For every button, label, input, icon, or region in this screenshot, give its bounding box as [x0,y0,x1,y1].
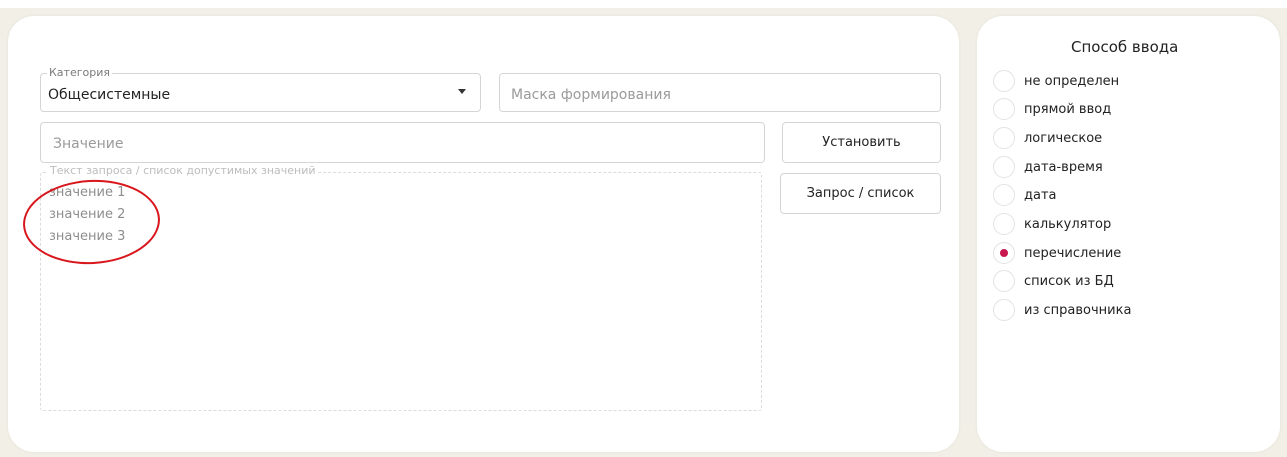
radio-label: прямой ввод [1024,101,1112,117]
set-button[interactable]: Установить [782,122,941,163]
query-textarea[interactable] [40,172,762,411]
radio-option-boolean[interactable]: логическое [993,127,1102,149]
query-line-1: значение 1 [49,185,126,200]
radio-circle[interactable] [993,184,1015,206]
radio-option-direct[interactable]: прямой ввод [993,98,1111,120]
radio-label: перечисление [1024,245,1122,261]
radio-option-datetime[interactable]: дата-время [993,156,1103,178]
category-value: Общесистемные [48,87,171,103]
radio-circle-checked[interactable] [993,242,1015,264]
radio-circle[interactable] [993,127,1015,149]
radio-circle[interactable] [993,98,1015,120]
radio-label: из справочника [1024,302,1132,318]
query-line-3: значение 3 [49,229,126,244]
radio-circle[interactable] [993,299,1015,321]
radio-label: список из БД [1024,273,1114,289]
chevron-down-icon[interactable] [458,89,466,94]
radio-option-date[interactable]: дата [993,184,1057,206]
radio-option-db-list[interactable]: список из БД [993,270,1114,292]
radio-label: дата [1024,187,1057,203]
value-placeholder: Значение [53,136,124,152]
value-input[interactable] [40,122,765,163]
radio-circle[interactable] [993,270,1015,292]
category-legend: Категория [47,66,112,79]
mask-placeholder: Маска формирования [511,87,671,103]
query-list-button-label: Запрос / список [806,186,915,201]
radio-circle[interactable] [993,156,1015,178]
query-list-button[interactable]: Запрос / список [780,173,941,214]
set-button-label: Установить [822,135,901,150]
radio-label: логическое [1024,130,1103,146]
query-line-2: значение 2 [49,207,126,222]
input-method-title: Способ ввода [1071,38,1179,56]
radio-option-undefined[interactable]: не определен [993,70,1119,92]
radio-option-calculator[interactable]: калькулятор [993,213,1111,235]
radio-option-reference[interactable]: из справочника [993,299,1131,321]
radio-circle[interactable] [993,213,1015,235]
radio-label: калькулятор [1024,216,1112,232]
radio-label: не определен [1024,73,1120,89]
top-strip [0,0,1287,8]
radio-circle[interactable] [993,70,1015,92]
radio-label: дата-время [1024,159,1103,175]
query-textarea-legend: Текст запроса / список допустимых значен… [48,164,318,177]
radio-option-enumeration[interactable]: перечисление [993,242,1121,264]
